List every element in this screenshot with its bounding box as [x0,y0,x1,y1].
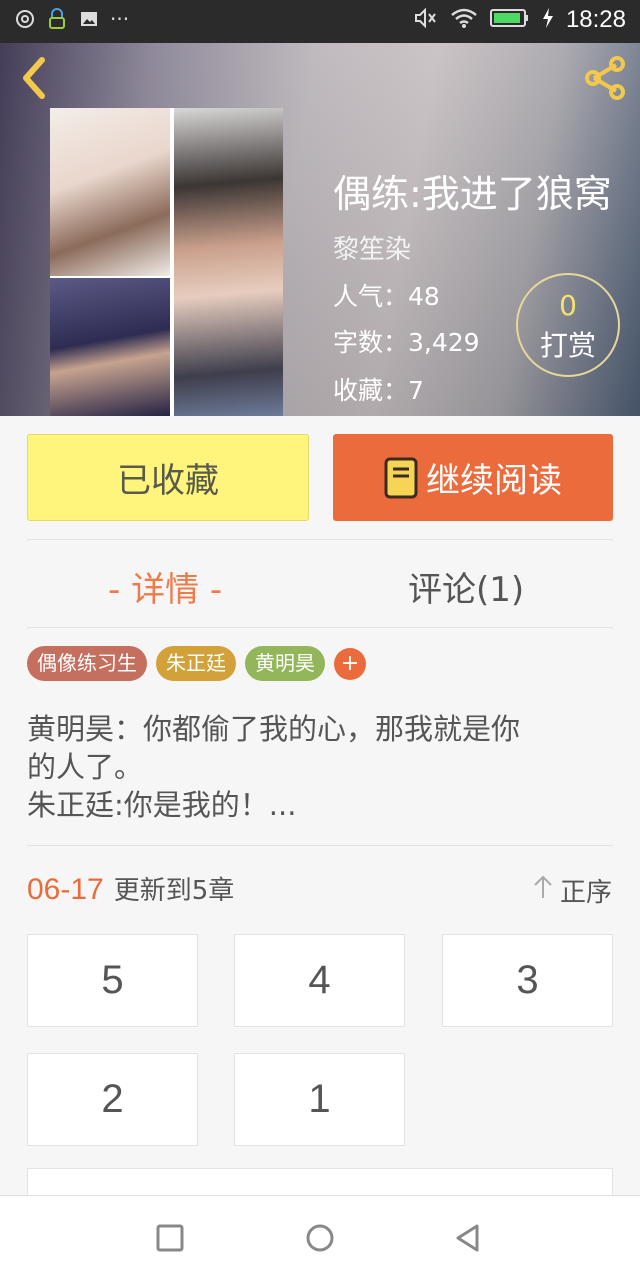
continue-reading-button[interactable]: 继续阅读 [333,434,613,521]
wifi-icon [450,7,478,33]
chapter-button[interactable]: 1 [234,1053,405,1146]
favorited-label: 已收藏 [117,461,219,501]
divider [27,845,613,846]
update-info: 06-17 更新到5章 [27,870,234,907]
cover-photo-3 [174,108,283,416]
description-line: 黄明昊：你都偷了我的心，那我就是你 [27,712,521,746]
tip-label: 打赏 [539,329,596,362]
book-description[interactable]: 黄明昊：你都偷了我的心，那我就是你 的人了。 朱正廷:你是我的！... [27,710,617,824]
continue-reading-label: 继续阅读 [426,461,562,501]
lock-notification-icon [46,8,68,30]
chapter-button[interactable]: 5 [27,934,198,1027]
status-icons-left: ··· [14,8,129,30]
tab-comments[interactable]: 评论(1) [408,562,524,611]
description-line: 朱正廷:你是我的！... [27,788,297,822]
mute-icon [414,7,438,33]
share-button[interactable] [580,53,630,103]
chapter-button[interactable]: 2 [27,1053,198,1146]
tag-item[interactable]: 偶像练习生 [27,646,147,681]
favorited-button[interactable]: 已收藏 [27,434,309,521]
more-notifications: ··· [110,7,130,31]
tab-details[interactable]: - 详情 - [108,562,222,611]
stat-word-count: 字数：3,429 [333,328,480,357]
update-date: 06-17 [27,873,104,906]
battery-icon [489,8,530,32]
recent-apps-button[interactable] [150,1218,190,1258]
back-button[interactable] [14,55,54,101]
book-icon [384,457,418,499]
charging-icon [542,7,554,33]
description-line: 的人了。 [27,750,144,784]
book-cover [50,108,283,416]
update-text: 更新到5章 [113,876,235,906]
home-button[interactable] [300,1218,340,1258]
status-icons-right: 18:28 [414,6,626,34]
clock: 18:28 [565,6,626,33]
arrow-up-icon [532,874,554,907]
chapter-button[interactable]: 4 [234,934,405,1027]
back-nav-button[interactable] [448,1218,488,1258]
tag-list: 偶像练习生 朱正廷 黄明昊 + [27,646,366,681]
tip-count: 0 [559,289,577,322]
sort-toggle[interactable]: 正序 [532,872,612,909]
book-author[interactable]: 黎笙染 [333,229,411,266]
chapter-button[interactable]: 3 [442,934,613,1027]
image-icon [78,8,100,30]
status-bar: ··· 18:28 [0,0,640,43]
divider [27,627,613,628]
tip-button[interactable]: 0 打赏 [516,273,620,377]
stat-favorites: 收藏：7 [333,376,424,405]
add-tag-button[interactable]: + [334,647,366,680]
system-nav-bar [0,1195,640,1280]
divider [27,539,613,540]
cover-photo-1 [50,108,170,276]
book-header: 偶练:我进了狼窝 黎笙染 人气：48 字数：3,429 收藏：7 0 打赏 [0,43,640,416]
stat-popularity: 人气：48 [333,282,440,311]
at-icon [14,8,36,30]
book-title: 偶练:我进了狼窝 [333,172,612,216]
tag-item[interactable]: 朱正廷 [156,646,236,681]
sort-label: 正序 [559,878,612,908]
cover-photo-2 [50,278,170,416]
tag-item[interactable]: 黄明昊 [245,646,325,681]
